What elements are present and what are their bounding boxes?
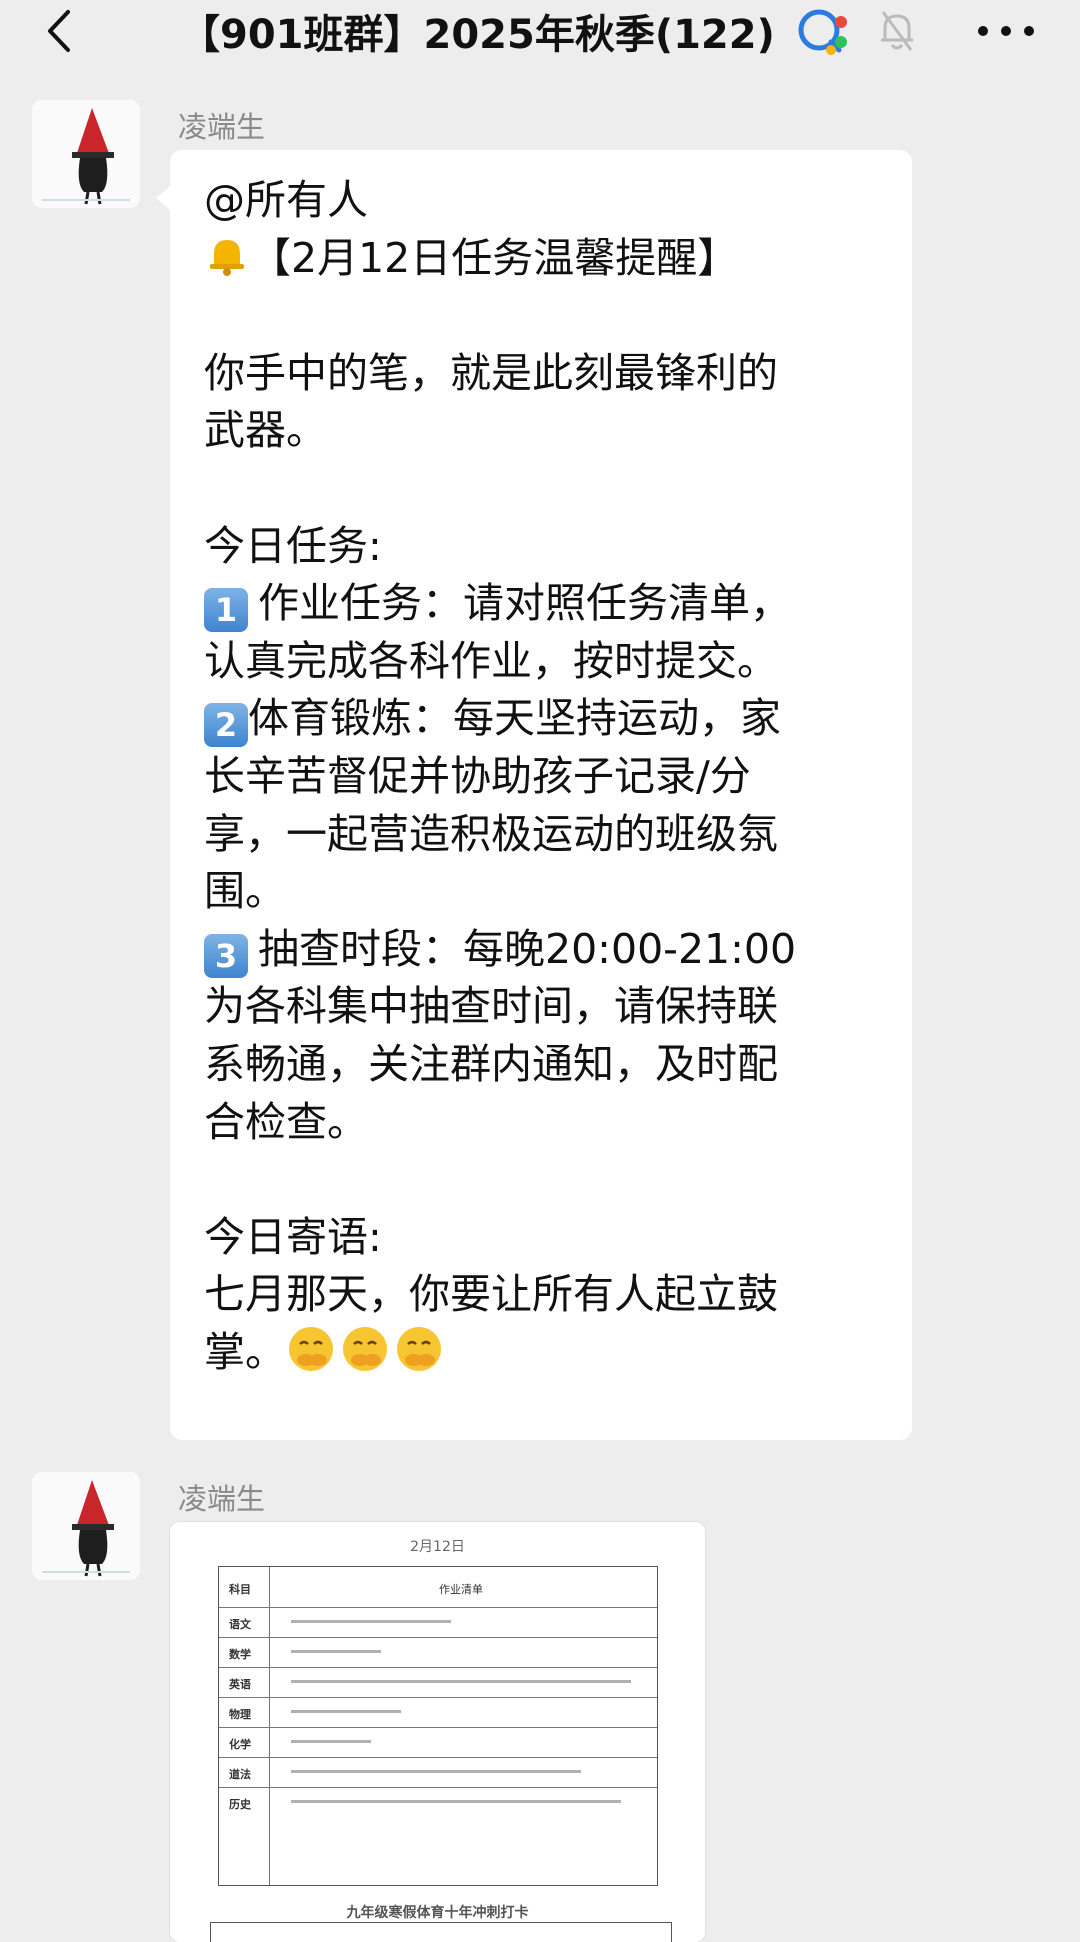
message-bubble[interactable]: @所有人 【2月12日任务温馨提醒】 你手中的笔，就是此刻最锋利的 武器。 今日… [156,150,912,1440]
doc-row: 数学 [219,1637,657,1668]
doc-row: 历史 [219,1787,657,1818]
doc-row: 英语 [219,1667,657,1698]
homework-image[interactable]: 2月12日 科目 作业清单 语文 数学 英语 物理 化学 道法 历史 九年级寒假… [170,1522,705,1942]
group-badge-icon[interactable] [795,6,853,58]
doc-row: 物理 [219,1697,657,1728]
tasks-heading: 今日任务: [204,521,382,570]
avatar[interactable] [32,100,140,208]
bell-icon [210,239,244,276]
task-2-line-4: 围。 [204,867,286,916]
doc-header-row: 科目 作业清单 [219,1567,657,1607]
task-2-line-2: 长辛苦督促并协助孩子记录/分 [204,751,751,800]
task-1-line-1: 1 作业任务：请对照任务清单， [204,575,878,633]
doc-header-list: 作业清单 [439,1583,483,1596]
task-3-line-1: 3 抽查时段：每晚20:00-21:00 [204,921,878,979]
avatar[interactable] [32,1472,140,1580]
task-3-line-4: 合检查。 [204,1097,368,1146]
keycap-1-icon: 1 [204,588,248,633]
shy-face-emoji-icon [289,1326,333,1371]
doc-table: 科目 作业清单 语文 数学 英语 物理 化学 道法 历史 [218,1566,658,1886]
mention-line: @所有人 [204,176,368,224]
sender-name: 凌端生 [178,1482,266,1516]
doc-title: 2月12日 [410,1539,465,1555]
avatar-figure-icon [32,100,140,208]
motto-line-2: 武器。 [204,406,327,455]
task-2-line-3: 享，一起营造积极运动的班级氛 [204,809,778,858]
message-line-1: 七月那天，你要让所有人起立鼓 [204,1270,778,1319]
sender-name: 凌端生 [178,110,266,144]
chat-header: 【901班群】2025年秋季(122) [0,0,1080,62]
shy-face-emoji-icon [343,1326,387,1371]
avatar-figure-icon [32,1472,140,1580]
keycap-3-icon: 3 [204,933,248,978]
doc-header-subject: 科目 [229,1583,251,1596]
task-3-line-3: 系畅通，关注群内通知，及时配 [204,1039,778,1088]
mute-bell-icon[interactable] [877,8,917,54]
more-dots-icon[interactable] [975,16,1037,46]
chat-title: 【901班群】2025年秋季(122) [180,12,775,58]
motto-line-1: 你手中的笔，就是此刻最锋利的 [204,348,778,397]
keycap-2-icon: 2 [204,703,248,748]
doc-second-title: 九年级寒假体育十年冲刺打卡 [346,1905,529,1921]
doc-row: 化学 [219,1727,657,1758]
back-chevron-icon[interactable] [40,6,80,56]
shy-face-emoji-icon [397,1326,441,1371]
task-1-line-2: 认真完成各科作业，按时提交。 [204,636,778,685]
task-2-line-1: 2 体育锻炼：每天坚持运动，家 [204,690,878,748]
message-line-2: 掌。 [204,1324,878,1382]
task-3-line-2: 为各科集中抽查时间，请保持联 [204,982,778,1031]
doc-second-table [210,1922,672,1942]
doc-row: 道法 [219,1757,657,1788]
doc-row: 语文 [219,1607,657,1638]
reminder-title: 【2月12日任务温馨提醒】 [204,230,878,288]
message-heading: 今日寄语: [204,1212,382,1261]
